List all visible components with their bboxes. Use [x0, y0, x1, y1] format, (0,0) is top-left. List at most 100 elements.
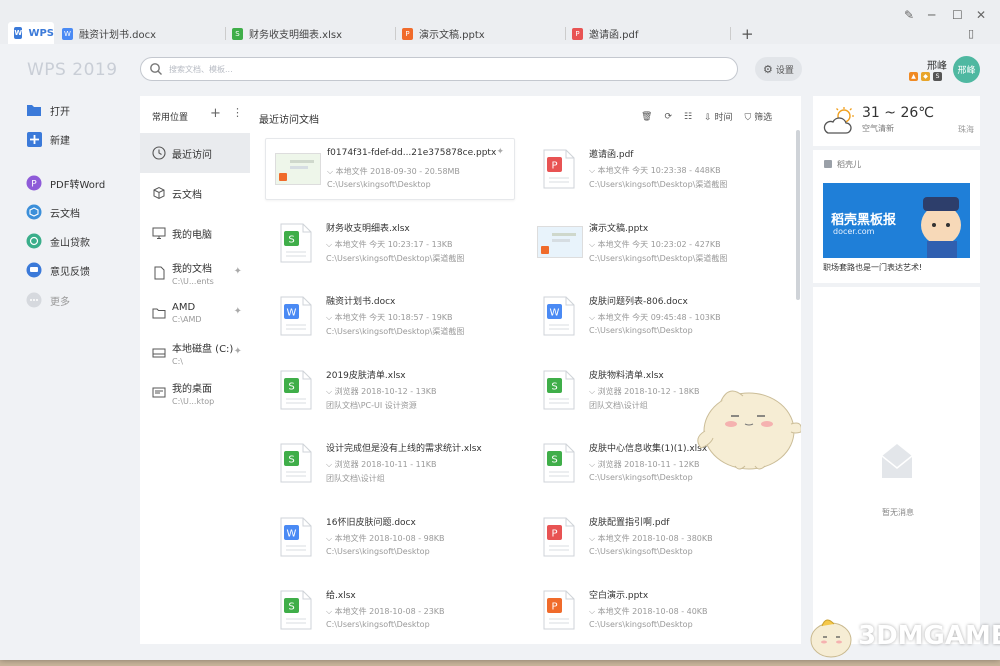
search-placeholder: 搜索文档、模板... [169, 64, 233, 74]
location-label: 我的电脑 [172, 229, 212, 241]
file-card[interactable]: P 空白演示.pptx ⌵ 本地文件 2018-10-08 - 40KB C:\Use… [528, 579, 778, 641]
refresh-icon[interactable]: ⟳ [664, 112, 672, 122]
new-tab-button[interactable]: + [735, 23, 755, 44]
file-card[interactable]: S 2019皮肤清单.xlsx ⌵ 浏览器 2018-10-12 - 13KB 团队文… [265, 359, 515, 421]
tab-xlsx[interactable]: S 财务收支明细表.xlsx [226, 23, 396, 44]
file-meta-text: 本地文件 2018-10-08 - 40KB [597, 607, 708, 616]
docer-logo-icon [824, 160, 832, 168]
location-bubble-icon: ⌵ [326, 460, 333, 469]
file-meta: ⌵ 浏览器 2018-10-12 - 18KB [589, 386, 700, 397]
tab-pptx[interactable]: P 演示文稿.pptx [396, 23, 566, 44]
nav-open[interactable]: 打开 [26, 102, 70, 118]
file-meta-text: 浏览器 2018-10-12 - 13KB [334, 387, 437, 396]
settings-button[interactable]: ⚙ 设置 [755, 57, 802, 81]
file-card[interactable]: S 财务收支明细表.xlsx ⌵ 本地文件 今天 10:23:17 - 13KB C:… [265, 212, 515, 274]
tab-home[interactable]: W WPS [8, 22, 54, 44]
svg-text:W: W [287, 308, 297, 319]
close-icon[interactable]: ✕ [976, 8, 986, 22]
maximize-icon[interactable]: ☐ [952, 8, 963, 22]
tab-label: 财务收支明细表.xlsx [249, 30, 343, 41]
nav-cloud-docs[interactable]: 云文档 [26, 204, 80, 220]
file-name: f0174f31-fdef-dd...21e375878ce.pptx [327, 148, 497, 158]
docer-card: 稻壳儿 稻壳黑板报 docer.com 职场套路也是一门表达艺术! [813, 150, 980, 283]
view-list-icon[interactable]: ☷ [684, 112, 692, 122]
file-path: 团队文档\PC-UI 设计资源 [326, 401, 417, 410]
weather-card[interactable]: 31 ~ 26℃ 空气清新 珠海 [813, 96, 980, 146]
location-bubble-icon: ⌵ [326, 313, 333, 322]
more-options-icon[interactable]: ⋮ [232, 106, 243, 119]
pin-icon[interactable]: ✦ [234, 346, 242, 357]
file-meta-text: 本地文件 今天 10:18:57 - 19KB [334, 313, 453, 322]
pptx-icon: P [402, 27, 413, 40]
locations-panel: 常用位置 + ⋮ 最近访问 云文档 我的电脑 我的文档 C:\U...ents … [140, 96, 252, 644]
file-card[interactable]: P 皮肤配置指引啊.pdf ⌵ 本地文件 2018-10-08 - 380KB C:\… [528, 506, 778, 568]
location-label: AMD [172, 302, 196, 313]
weather-cloud-sun-icon [823, 107, 854, 134]
nav-new[interactable]: 新建 [26, 131, 70, 147]
file-meta: ⌵ 本地文件 2018-10-08 - 23KB [326, 606, 445, 617]
file-card[interactable]: S 给.xlsx ⌵ 本地文件 2018-10-08 - 23KB C:\Users\… [265, 579, 515, 641]
file-meta-text: 本地文件 今天 10:23:38 - 448KB [597, 166, 721, 175]
loan-icon [26, 233, 42, 249]
svg-text:S: S [288, 382, 294, 393]
file-card[interactable]: W 融资计划书.docx ⌵ 本地文件 今天 10:18:57 - 19KB C:\U… [265, 285, 515, 347]
svg-text:S: S [551, 455, 557, 466]
file-path: C:\Users\kingsoft\Desktop\渠道截图 [589, 254, 728, 263]
file-card[interactable]: 演示文稿.pptx ⌵ 本地文件 今天 10:23:02 - 427KB C:\Us… [528, 212, 778, 274]
location-my-computer[interactable]: 我的电脑 [140, 213, 250, 253]
file-card[interactable]: S 设计完成但是没有上线的需求统计.xlsx ⌵ 浏览器 2018-10-11 - … [265, 432, 515, 494]
user-name[interactable]: 邢峰 [927, 57, 947, 72]
file-card[interactable]: W 皮肤问题列表-806.docx ⌵ 本地文件 今天 09:45:48 - 103… [528, 285, 778, 347]
location-cloud[interactable]: 云文档 [140, 173, 250, 213]
nav-loan[interactable]: 金山贷款 [26, 233, 90, 249]
weather-desc: 空气清新 [862, 124, 894, 133]
docer-caption[interactable]: 职场套路也是一门表达艺术! [823, 262, 922, 273]
pin-icon[interactable]: ✦ [496, 147, 504, 157]
location-local-disk[interactable]: 本地磁盘 (C:) C:\ ✦ [140, 333, 250, 373]
pin-icon[interactable]: ✦ [234, 306, 242, 317]
trash-icon[interactable]: 🗑 [641, 112, 652, 122]
location-desktop[interactable]: 我的桌面 C:\U...ktop [140, 373, 250, 413]
file-card[interactable]: f0174f31-fdef-dd...21e375878ce.pptx ⌵ 本地文… [265, 138, 515, 200]
sort-button[interactable]: ⇩ 时间 [704, 110, 732, 123]
avatar[interactable]: 邢峰 [953, 56, 980, 83]
nav-more[interactable]: 更多 [26, 292, 70, 308]
location-recent[interactable]: 最近访问 [140, 133, 250, 173]
nav-pdf-to-word[interactable]: P PDF转Word [26, 175, 105, 191]
file-meta: ⌵ 本地文件 2018-09-30 - 20.58MB [327, 166, 460, 177]
file-meta: ⌵ 本地文件 今天 09:45:48 - 103KB [589, 312, 721, 323]
svg-text:P: P [551, 161, 557, 172]
file-meta-text: 本地文件 今天 09:45:48 - 103KB [597, 313, 721, 322]
svg-text:W: W [550, 308, 560, 319]
location-my-docs[interactable]: 我的文档 C:\U...ents ✦ [140, 253, 250, 293]
minimize-icon[interactable]: ─ [928, 8, 935, 22]
file-card[interactable]: W 16怀旧皮肤问题.docx ⌵ 本地文件 2018-10-08 - 98KB C:… [265, 506, 515, 568]
location-bubble-icon: ⌵ [589, 240, 596, 249]
add-location-icon[interactable]: + [210, 106, 221, 121]
monitor-icon [152, 227, 166, 239]
file-card[interactable]: P 邀请函.pdf ⌵ 本地文件 今天 10:23:38 - 448KB C:\Use… [528, 138, 778, 200]
skin-icon[interactable]: ✎ [904, 8, 914, 22]
nav-feedback[interactable]: 意见反馈 [26, 262, 90, 278]
location-amd[interactable]: AMD C:\AMD ✦ [140, 293, 250, 333]
docer-banner[interactable]: 稻壳黑板报 docer.com [823, 183, 970, 258]
filter-button[interactable]: ⛉ 筛选 [744, 110, 772, 123]
file-meta: ⌵ 本地文件 今天 10:23:38 - 448KB [589, 165, 721, 176]
nav-label: 新建 [50, 135, 70, 147]
folder-icon [152, 308, 166, 319]
tab-divider [730, 27, 731, 40]
file-name: 邀请函.pdf [589, 150, 634, 160]
banner-url: docer.com [833, 227, 875, 236]
search-input[interactable]: 搜索文档、模板... [140, 57, 738, 81]
docer-label: 稻壳儿 [837, 160, 861, 169]
sidebar-toggle-icon[interactable]: ▯ [968, 27, 974, 40]
tab-label: 演示文稿.pptx [419, 30, 485, 41]
document-icon [154, 266, 165, 280]
recent-documents: 最近访问文档 🗑 ⟳ ☷ ⇩ 时间 ⛉ 筛选 f0174f31-fdef-dd.… [251, 96, 801, 644]
scrollbar[interactable] [796, 130, 800, 300]
tab-docx[interactable]: W 融资计划书.docx [56, 23, 226, 44]
location-bubble-icon: ⌵ [589, 534, 596, 543]
tab-pdf[interactable]: P 邀请函.pdf [566, 23, 731, 44]
pin-icon[interactable]: ✦ [234, 266, 242, 277]
file-name: 财务收支明细表.xlsx [326, 224, 410, 234]
